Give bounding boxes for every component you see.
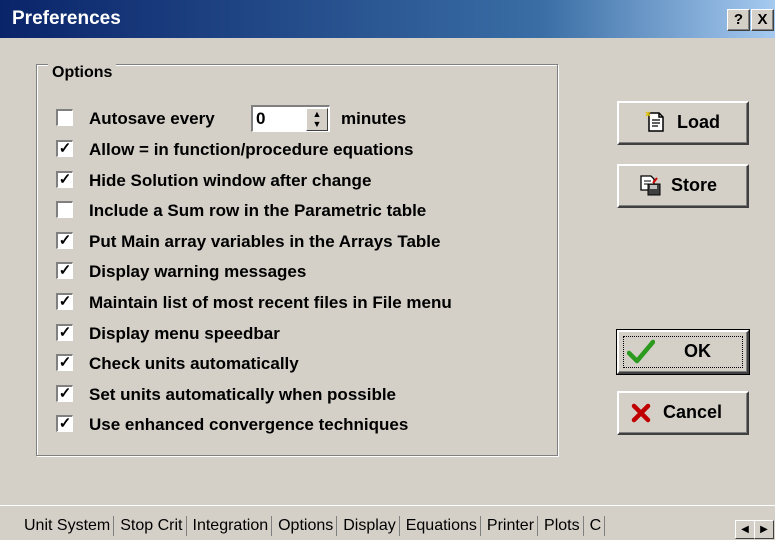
close-button[interactable]: X — [751, 9, 774, 31]
help-button[interactable]: ? — [727, 9, 750, 31]
tab-item[interactable]: Plots — [538, 516, 584, 536]
option-checkbox[interactable]: ✓ — [56, 293, 73, 310]
option-checkbox[interactable]: ✓ — [56, 140, 73, 157]
spinner-arrows[interactable]: ▲ ▼ — [306, 108, 328, 131]
tab-scroll: ◀ ▶ — [735, 520, 775, 540]
cancel-button-label: Cancel — [663, 402, 723, 422]
tab-strip: Unit System Stop Crit Integration Options Di… — [0, 505, 775, 539]
option-checkbox[interactable]: ✓ — [56, 384, 73, 402]
document-load-icon — [645, 111, 664, 132]
tab-scroll-right-icon[interactable]: ▶ — [754, 520, 774, 539]
option-label: Display warning messages — [89, 262, 307, 282]
option-label: Set units automatically when possible — [89, 384, 397, 404]
autosave-minutes-value[interactable]: 0 — [256, 108, 265, 130]
tab-item[interactable]: C — [584, 516, 606, 536]
option-label: Display menu speedbar — [89, 323, 280, 343]
spinner-down-icon[interactable]: ▼ — [307, 119, 327, 129]
tab-scroll-left-icon[interactable]: ◀ — [735, 520, 755, 539]
ok-button-label: OK — [684, 341, 711, 361]
option-label: Check units automatically — [89, 354, 299, 374]
autosave-minutes-label: minutes — [341, 109, 407, 128]
autosave-minutes-spinner[interactable]: 0 ▲ ▼ — [251, 105, 330, 132]
cancel-button[interactable]: Cancel — [617, 391, 749, 435]
tab-item[interactable]: Equations — [400, 516, 481, 536]
option-label: Hide Solution window after change — [89, 170, 372, 190]
spinner-up-icon[interactable]: ▲ — [307, 109, 327, 119]
store-button-label: Store — [671, 175, 718, 195]
option-label: Include a Sum row in the Parametric tabl… — [89, 201, 427, 221]
tab-item[interactable]: Unit System — [18, 516, 115, 536]
preferences-dialog: Preferences ? X Options Autosave every 0… — [0, 0, 775, 539]
option-checkbox[interactable]: ✓ — [56, 262, 73, 280]
autosave-checkbox[interactable] — [56, 109, 73, 126]
autosave-label: Autosave every — [89, 109, 215, 128]
tab-item[interactable]: Options — [272, 516, 338, 536]
title-bar: Preferences ? X — [0, 0, 775, 38]
red-x-icon — [631, 403, 651, 423]
option-label: Allow = in function/procedure equations — [89, 140, 414, 159]
option-label: Maintain list of most recent files in Fi… — [89, 293, 452, 312]
floppy-store-icon — [640, 175, 661, 196]
tab-item[interactable]: Stop Crit — [114, 516, 187, 536]
tab-item[interactable]: Integration — [187, 516, 273, 536]
tab-item[interactable]: Printer — [481, 516, 539, 536]
tab-row: Unit System Stop Crit Integration Options Di… — [18, 516, 606, 538]
option-checkbox[interactable] — [56, 201, 73, 219]
load-button-label: Load — [677, 112, 720, 132]
ok-button[interactable]: OK — [616, 329, 750, 375]
option-checkbox[interactable]: ✓ — [56, 323, 73, 341]
tab-item[interactable]: Display — [337, 516, 400, 536]
option-checkbox[interactable]: ✓ — [56, 170, 73, 188]
window-title: Preferences — [12, 8, 121, 29]
green-checkmark-icon — [627, 339, 655, 364]
option-checkbox[interactable]: ✓ — [56, 231, 73, 249]
option-label: Use enhanced convergence techniques — [89, 415, 409, 435]
store-button[interactable]: Store — [617, 164, 749, 208]
option-checkbox[interactable]: ✓ — [56, 354, 73, 372]
load-button[interactable]: Load — [617, 101, 749, 145]
options-group-label: Options — [48, 63, 117, 83]
option-checkbox[interactable]: ✓ — [56, 415, 73, 433]
option-label: Put Main array variables in the Arrays T… — [89, 231, 441, 251]
